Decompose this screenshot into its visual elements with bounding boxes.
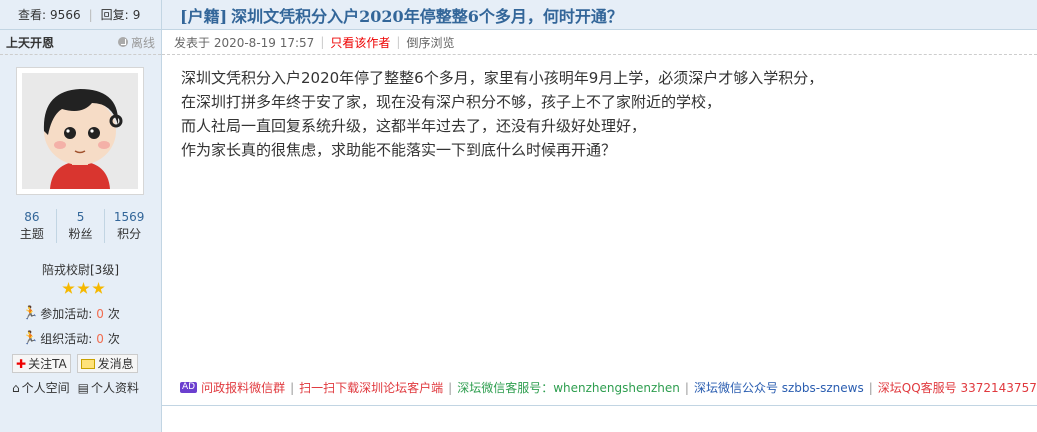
author-sidebar: 查看: 9566 | 回复: 9 上天开恩 离线 86 主题 5 粉丝 1569… [0, 0, 162, 432]
activity-count: 0 [96, 306, 104, 321]
running-person-icon: 🏃 [22, 331, 39, 346]
post-main: [户籍] 深圳文凭积分入户2020年停整整6个多月，何时开通？ 发表于 2020… [162, 0, 1037, 432]
post-bottom-divider [162, 405, 1037, 406]
profile-links: ⌂ 个人空间 ▤ 个人资料 [12, 379, 139, 396]
promo-link[interactable]: 问政报料微信群 [201, 379, 285, 396]
promo-link[interactable]: 扫一扫下载深圳论坛客户端 [299, 379, 443, 396]
document-icon: ▤ [77, 381, 89, 395]
activity-label: 组织活动: [40, 332, 93, 346]
plus-icon: ✚ [16, 356, 27, 371]
personal-space-link[interactable]: ⌂ 个人空间 [12, 379, 70, 396]
avatar-frame[interactable] [16, 67, 144, 195]
ad-badge: AD [180, 382, 198, 393]
running-person-icon: 🏃 [22, 306, 39, 321]
user-counts: 86 主题 5 粉丝 1569 积分 [8, 209, 153, 243]
promo-footer: AD 问政报料微信群 | 扫一扫下载深圳论坛客户端 | 深坛微信客服号：when… [180, 379, 1037, 396]
star-icon [92, 282, 105, 294]
post-line: 在深圳打拼多年终于安了家，现在没有深户积分不够，孩子上不了家附近的学校， [181, 93, 722, 111]
online-status: 离线 [117, 34, 155, 51]
home-icon: ⌂ [12, 381, 20, 395]
user-action-buttons: ✚ 关注TA 发消息 [12, 354, 138, 373]
thread-stats: 查看: 9566 | 回复: 9 [0, 0, 161, 30]
star-icon [77, 282, 90, 294]
promo-link[interactable]: 深坛QQ客服号 3372143757 [878, 379, 1037, 396]
footer-divider: | [868, 380, 873, 395]
activity-count: 0 [96, 331, 104, 346]
views-label: 查看: [18, 8, 47, 22]
meta-divider: | [396, 35, 401, 49]
replies-count: 9 [132, 7, 141, 22]
count-threads[interactable]: 86 主题 [8, 209, 57, 243]
follow-button[interactable]: ✚ 关注TA [12, 354, 71, 373]
envelope-icon [80, 358, 95, 369]
activity-label: 参加活动: [40, 307, 93, 321]
follow-label: 关注TA [28, 357, 67, 371]
post-content: 深圳文凭积分入户2020年停了整整6个多月，家里有小孩明年9月上学，必须深户才够… [181, 66, 823, 162]
post-line: 而人社局一直回复系统升级，这都半年过去了，还没有升级好处理好， [181, 117, 647, 135]
views-count: 9566 [50, 7, 81, 22]
activity-joined: 🏃 参加活动: 0 次 [22, 305, 120, 322]
star-icon [62, 282, 75, 294]
meta-divider: | [320, 35, 325, 49]
replies-label: 回复: [100, 8, 129, 22]
thread-title-bar: [户籍] 深圳文凭积分入户2020年停整整6个多月，何时开通？ [162, 0, 1037, 30]
count-label: 积分 [117, 227, 142, 241]
personal-space-label: 个人空间 [21, 381, 70, 395]
activity-unit: 次 [107, 332, 120, 346]
count-points[interactable]: 1569 积分 [105, 209, 153, 243]
personal-profile-link[interactable]: ▤ 个人资料 [78, 379, 139, 396]
count-fans[interactable]: 5 粉丝 [57, 209, 106, 243]
post-line: 深圳文凭积分入户2020年停了整整6个多月，家里有小孩明年9月上学，必须深户才够… [181, 69, 824, 87]
message-label: 发消息 [97, 357, 134, 371]
reverse-order-link[interactable]: 倒序浏览 [406, 34, 454, 51]
offline-icon [117, 37, 128, 47]
avatar[interactable] [22, 73, 138, 189]
thread-title[interactable]: 深圳文凭积分入户2020年停整整6个多月，何时开通？ [231, 3, 623, 27]
author-name[interactable]: 上天开恩 [6, 34, 54, 51]
rank-stars [62, 282, 105, 295]
activity-unit: 次 [107, 307, 120, 321]
post-date: 发表于 2020-8-19 17:57 [174, 35, 315, 50]
author-row: 上天开恩 离线 [0, 30, 161, 55]
cartoon-avatar-icon [22, 73, 138, 189]
count-value[interactable]: 86 [8, 209, 56, 225]
promo-link[interactable]: 深坛微信客服号：whenzhengshenzhen [457, 379, 680, 396]
footer-divider: | [684, 380, 689, 395]
post-line: 作为家长真的很焦虑，求助能不能落实一下到底什么时候再开通？ [181, 141, 617, 159]
footer-divider: | [290, 380, 295, 395]
count-value[interactable]: 1569 [105, 209, 153, 225]
activity-organized: 🏃 组织活动: 0 次 [22, 330, 120, 347]
message-button[interactable]: 发消息 [76, 354, 138, 373]
stats-divider: | [88, 7, 93, 22]
post-meta: 发表于 2020-8-19 17:57 | 只看该作者 | 倒序浏览 [162, 30, 1037, 55]
footer-divider: | [448, 380, 453, 395]
promo-link[interactable]: 深坛微信公众号 szbbs-sznews [694, 379, 864, 396]
online-status-label: 离线 [130, 35, 155, 50]
count-label: 粉丝 [68, 227, 93, 241]
thread-category[interactable]: [户籍] [180, 3, 227, 27]
count-value[interactable]: 5 [57, 209, 105, 225]
count-label: 主题 [19, 227, 44, 241]
only-author-link[interactable]: 只看该作者 [330, 34, 390, 51]
personal-profile-label: 个人资料 [90, 381, 139, 395]
user-rank[interactable]: 陪戎校尉[3级] [0, 261, 161, 278]
